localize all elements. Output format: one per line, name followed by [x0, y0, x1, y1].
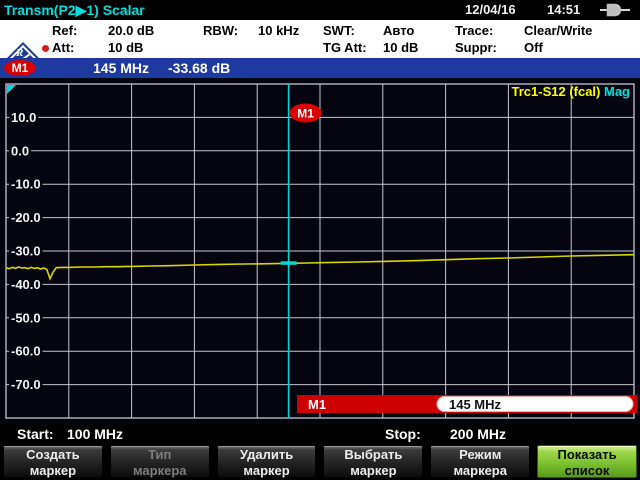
y-axis-tick-label: -40.0	[11, 277, 41, 292]
ref-value: 20.0 dB	[108, 23, 154, 38]
trace-label: Trc1-S12 (fcal) Mag	[512, 84, 631, 99]
softkey-bar: Создатьмаркер Типмаркера Удалитьмаркер В…	[0, 444, 640, 480]
softkey-create-marker[interactable]: Создатьмаркер	[3, 445, 103, 478]
ref-label: Ref:	[52, 23, 77, 38]
softkey-select-marker[interactable]: Выбратьмаркер	[323, 445, 423, 478]
suppr-label: Suppr:	[455, 40, 497, 55]
marker-flag-label: M1	[297, 107, 314, 121]
att-indicator-dot	[42, 45, 49, 52]
rbw-label: RBW:	[203, 23, 238, 38]
marker-frequency: 145 MHz	[93, 59, 149, 77]
title-bar: Transm(P2▶1) Scalar 12/04/16 14:51	[0, 0, 640, 20]
rbw-value: 10 kHz	[258, 23, 299, 38]
swt-value: Авто	[383, 23, 414, 38]
y-axis-tick-label: -70.0	[11, 377, 41, 392]
settings-panel: Ref: 20.0 dB Att: 10 dB RBW: 10 kHz SWT:…	[0, 20, 640, 58]
marker-info-bar: M1 145 MHz -33.68 dB	[0, 58, 640, 78]
measurement-title: Transm(P2▶1) Scalar	[4, 1, 145, 19]
time-display: 14:51	[547, 1, 580, 19]
y-axis-tick-label: -30.0	[11, 244, 41, 259]
att-value: 10 dB	[108, 40, 143, 55]
att-label: Att:	[52, 40, 74, 55]
marker-badge[interactable]: M1	[4, 60, 36, 76]
y-axis-tick-label: -60.0	[11, 344, 41, 359]
analyzer-screen: Transm(P2▶1) Scalar 12/04/16 14:51 Ref: …	[0, 0, 640, 480]
stop-label: Stop:	[385, 424, 421, 444]
marker-trace-tick[interactable]	[281, 261, 297, 265]
softkey-marker-type[interactable]: Типмаркера	[110, 445, 210, 478]
tg-att-value: 10 dB	[383, 40, 418, 55]
y-axis-tick-label: 10.0	[11, 110, 36, 125]
tg-att-label: TG Att:	[323, 40, 367, 55]
trace-display-area[interactable]: 10.0 0.0 -10.0 -20.0 -30.0 -40.0 -50.0 -60.0 -70…	[0, 78, 640, 424]
trace-label: Trace:	[455, 23, 493, 38]
marker-level: -33.68 dB	[168, 59, 230, 77]
softkey-show-list[interactable]: Показатьсписок	[537, 445, 637, 478]
date-display: 12/04/16	[465, 1, 516, 19]
trace-value: Clear/Write	[524, 23, 592, 38]
marker-readout-name: M1	[308, 397, 326, 412]
start-label: Start:	[17, 424, 54, 444]
suppr-value: Off	[524, 40, 543, 55]
y-axis-tick-label: -10.0	[11, 177, 41, 192]
y-axis-tick-label: -50.0	[11, 310, 41, 325]
softkey-marker-mode[interactable]: Режиммаркера	[430, 445, 530, 478]
chart-svg[interactable]: 10.0 0.0 -10.0 -20.0 -30.0 -40.0 -50.0 -60.0 -70…	[0, 78, 640, 424]
softkey-delete-marker[interactable]: Удалитьмаркер	[217, 445, 317, 478]
stop-value: 200 MHz	[450, 424, 506, 444]
ac-power-icon	[600, 3, 638, 17]
marker-readout-frequency: 145 MHz	[449, 397, 502, 412]
start-value: 100 MHz	[67, 424, 123, 444]
swt-label: SWT:	[323, 23, 355, 38]
y-axis-tick-label: -20.0	[11, 210, 41, 225]
frequency-range-row: Start: 100 MHz Stop: 200 MHz	[0, 424, 640, 444]
y-axis-tick-label: 0.0	[11, 143, 29, 158]
